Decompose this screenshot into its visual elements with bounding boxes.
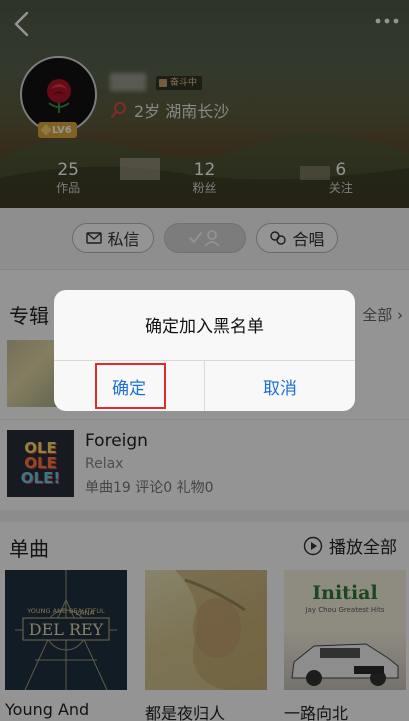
dialog-title: 确定加入黑名单 <box>145 317 264 337</box>
confirm-highlight-box <box>95 363 166 409</box>
cancel-button[interactable]: 取消 <box>205 361 355 411</box>
